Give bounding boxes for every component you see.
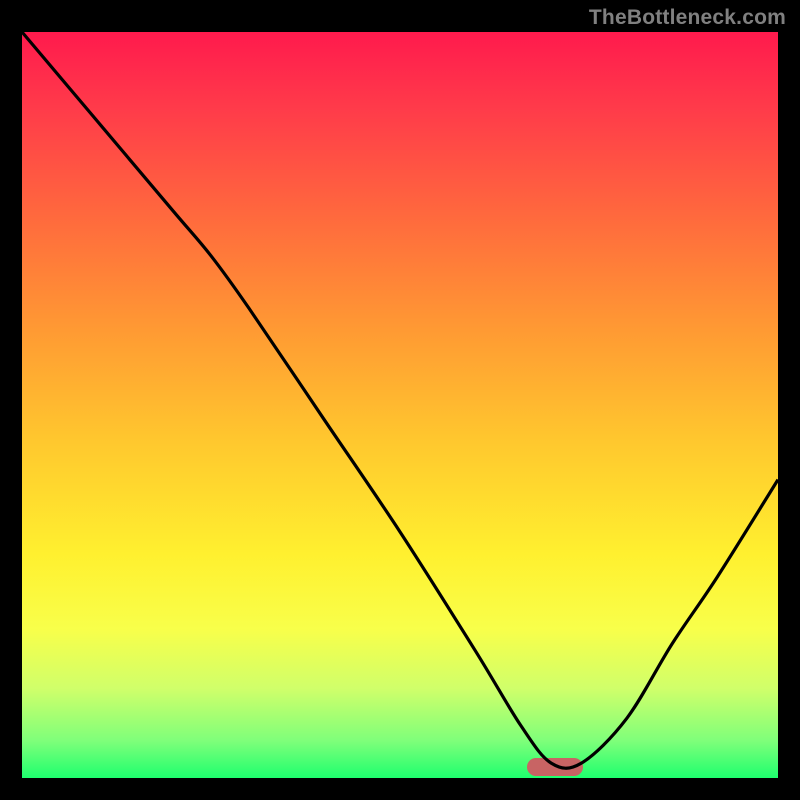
bottleneck-curve <box>0 0 800 800</box>
chart-frame: TheBottleneck.com <box>0 0 800 800</box>
curve-path <box>22 32 778 768</box>
